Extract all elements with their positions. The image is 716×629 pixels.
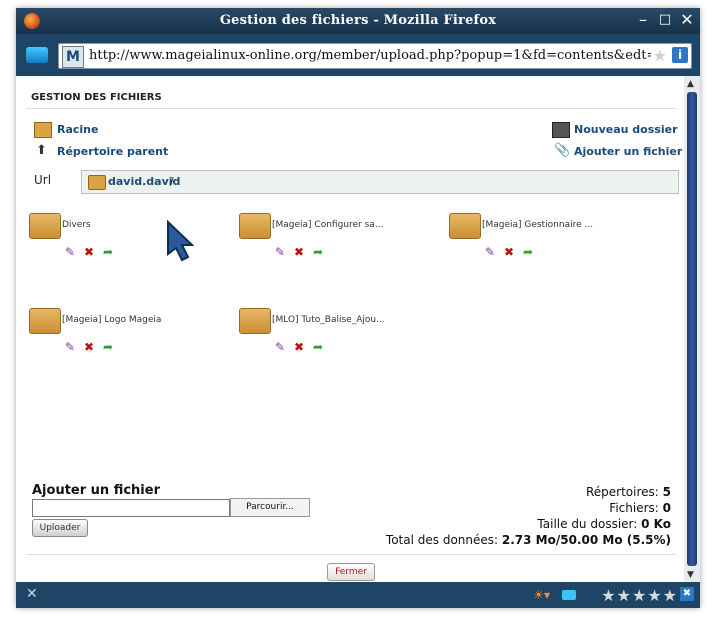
path-separator: / bbox=[170, 175, 174, 188]
edit-icon[interactable]: ✎ bbox=[272, 340, 288, 354]
folder-item[interactable]: Divers ✎ ✖ ➦ bbox=[29, 213, 229, 273]
edit-icon[interactable]: ✎ bbox=[272, 245, 288, 259]
rating-stars-icon[interactable]: ★★★★★ bbox=[601, 586, 678, 605]
maximize-icon[interactable]: □ bbox=[656, 11, 674, 29]
delete-icon[interactable]: ✖ bbox=[81, 245, 97, 259]
url-label: Url bbox=[34, 173, 52, 187]
folder-icon[interactable] bbox=[29, 308, 61, 334]
edit-icon[interactable]: ✎ bbox=[62, 340, 78, 354]
folder-actions: ✎ ✖ ➦ bbox=[62, 336, 119, 354]
move-icon[interactable]: ➦ bbox=[520, 245, 536, 259]
folder-name[interactable]: Divers bbox=[62, 220, 91, 230]
delete-icon[interactable]: ✖ bbox=[291, 245, 307, 259]
total-data-stat: Total des données: 2.73 Mo/50.00 Mo (5.5… bbox=[385, 533, 671, 547]
title-bar: Gestion des fichiers - Mozilla Firefox –… bbox=[16, 8, 700, 34]
delete-icon[interactable]: ✖ bbox=[81, 340, 97, 354]
move-icon[interactable]: ➦ bbox=[310, 340, 326, 354]
scrollbar-thumb[interactable] bbox=[687, 92, 697, 566]
site-favicon-icon: M bbox=[62, 46, 84, 68]
move-icon[interactable]: ➦ bbox=[100, 245, 116, 259]
upload-section-title: Ajouter un fichier bbox=[32, 483, 160, 498]
divider bbox=[26, 554, 676, 555]
folder-size-stat: Taille du dossier: 0 Ko bbox=[537, 517, 671, 531]
folder-item[interactable]: [Mageia] Gestionnaire ... ✎ ✖ ➦ bbox=[449, 213, 649, 273]
new-folder-link[interactable]: Nouveau dossier bbox=[574, 123, 678, 136]
mouse-cursor-icon bbox=[167, 220, 194, 262]
folder-name[interactable]: [Mageia] Logo Mageia bbox=[62, 315, 161, 325]
upload-button[interactable]: Uploader bbox=[32, 519, 88, 537]
add-file-link[interactable]: Ajouter un fichier bbox=[574, 145, 682, 158]
vertical-scrollbar[interactable]: ▲ ▼ bbox=[684, 76, 700, 582]
bookmark-star-icon[interactable]: ★ bbox=[653, 46, 667, 65]
delete-icon[interactable]: ✖ bbox=[291, 340, 307, 354]
browse-button[interactable]: Parcourir... bbox=[230, 498, 310, 517]
edit-icon[interactable]: ✎ bbox=[62, 245, 78, 259]
addon-icon[interactable]: ☀▾ bbox=[533, 588, 550, 602]
close-status-icon[interactable]: ✕ bbox=[26, 586, 38, 602]
move-icon[interactable]: ➦ bbox=[100, 340, 116, 354]
browser-window: Gestion des fichiers - Mozilla Firefox –… bbox=[16, 8, 700, 608]
folder-actions: ✎ ✖ ➦ bbox=[62, 241, 119, 259]
file-path-input[interactable] bbox=[32, 499, 230, 517]
arrow-up-icon[interactable]: ⬆ bbox=[36, 143, 47, 158]
page-content: GESTION DES FICHIERS Racine ⬆ Répertoire… bbox=[16, 76, 684, 582]
divider bbox=[26, 108, 676, 109]
folder-actions: ✎ ✖ ➦ bbox=[482, 241, 539, 259]
folder-icon[interactable] bbox=[239, 213, 271, 239]
files-stat: Fichiers: 0 bbox=[609, 501, 671, 515]
extension-icon[interactable]: ✖ bbox=[680, 587, 694, 601]
minimize-icon[interactable]: – bbox=[634, 11, 652, 29]
folder-icon[interactable] bbox=[449, 213, 481, 239]
folder-name[interactable]: [Mageia] Gestionnaire ... bbox=[482, 220, 593, 230]
folder-icon[interactable] bbox=[29, 213, 61, 239]
paperclip-icon[interactable]: 📎 bbox=[554, 143, 570, 158]
folder-actions: ✎ ✖ ➦ bbox=[272, 336, 329, 354]
root-link[interactable]: Racine bbox=[57, 123, 98, 136]
storage-stats: Répertoires: 5 Fichiers: 0 Taille du dos… bbox=[386, 484, 671, 548]
navigation-bar: M http://www.mageialinux-online.org/memb… bbox=[16, 34, 700, 76]
home-folder-icon[interactable] bbox=[34, 122, 52, 138]
parent-directory-link[interactable]: Répertoire parent bbox=[57, 145, 168, 158]
address-text[interactable]: http://www.mageialinux-online.org/member… bbox=[89, 48, 651, 63]
cube-icon[interactable] bbox=[26, 47, 48, 63]
move-icon[interactable]: ➦ bbox=[310, 245, 326, 259]
folder-name[interactable]: [MLO] Tuto_Balise_Ajou... bbox=[272, 315, 385, 325]
cube-icon[interactable] bbox=[562, 590, 576, 600]
dirs-stat: Répertoires: 5 bbox=[585, 485, 671, 499]
folder-actions: ✎ ✖ ➦ bbox=[272, 241, 329, 259]
address-bar[interactable]: M http://www.mageialinux-online.org/memb… bbox=[58, 43, 692, 69]
status-bar: ✕ ☀▾ ★★★★★ ✖ bbox=[16, 582, 700, 608]
folder-icon[interactable] bbox=[239, 308, 271, 334]
url-field: david.david / bbox=[81, 170, 679, 194]
folder-name[interactable]: [Mageia] Configurer sa... bbox=[272, 220, 383, 230]
edit-icon[interactable]: ✎ bbox=[482, 245, 498, 259]
info-icon[interactable]: i bbox=[672, 47, 688, 63]
folder-item[interactable]: [MLO] Tuto_Balise_Ajou... ✎ ✖ ➦ bbox=[239, 308, 439, 368]
scroll-down-icon[interactable]: ▼ bbox=[687, 570, 694, 580]
page-title: GESTION DES FICHIERS bbox=[31, 92, 162, 103]
close-button[interactable]: Fermer bbox=[327, 563, 375, 581]
folder-icon bbox=[88, 175, 106, 190]
close-icon[interactable]: ✕ bbox=[678, 11, 696, 29]
folder-item[interactable]: [Mageia] Configurer sa... ✎ ✖ ➦ bbox=[239, 213, 439, 273]
folder-item[interactable]: [Mageia] Logo Mageia ✎ ✖ ➦ bbox=[29, 308, 229, 368]
delete-icon[interactable]: ✖ bbox=[501, 245, 517, 259]
window-title: Gestion des fichiers - Mozilla Firefox bbox=[219, 13, 497, 28]
scroll-up-icon[interactable]: ▲ bbox=[687, 79, 694, 89]
new-folder-icon[interactable] bbox=[552, 122, 570, 138]
